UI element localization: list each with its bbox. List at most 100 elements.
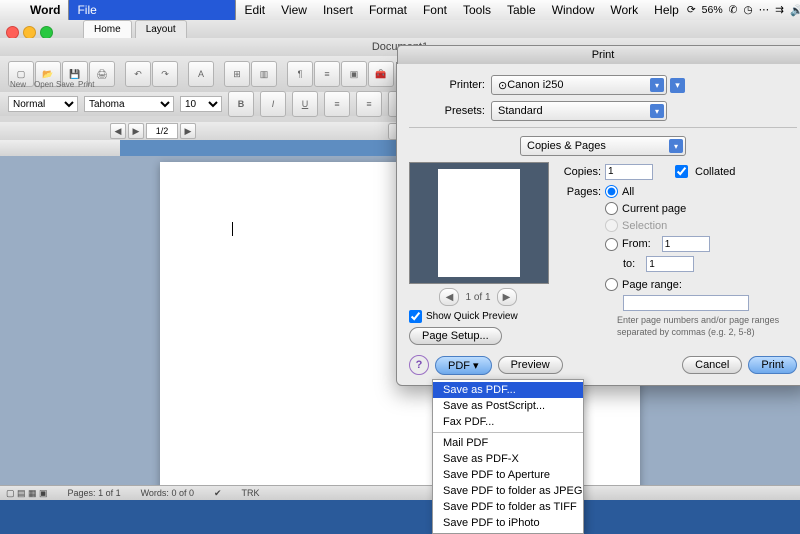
page-range-radio[interactable] [605, 278, 618, 291]
preview-panel: ◀ 1 of 1 ▶ Show Quick Preview Page Setup… [409, 162, 547, 345]
apple-menu[interactable] [6, 8, 22, 12]
page-range-field[interactable] [623, 295, 749, 311]
menu-fax-pdf[interactable]: Fax PDF... [433, 414, 583, 430]
page-prev[interactable]: ◀ [110, 123, 126, 139]
to-field[interactable] [646, 256, 694, 272]
app-name[interactable]: Word [22, 1, 68, 19]
page-range-hint: Enter page numbers and/or page ranges se… [617, 315, 797, 338]
page-go[interactable]: ▶ [180, 123, 196, 139]
battery-pct: 56% [702, 4, 723, 16]
words-label: Words: [141, 488, 169, 498]
align-left-button[interactable]: ≡ [324, 91, 350, 117]
to-label: to: [623, 258, 635, 270]
presets-select[interactable]: Standard▾ [491, 101, 667, 121]
sync-icon: ⟳ [687, 4, 696, 16]
pages-selection-label: Selection [622, 220, 667, 232]
menu-table[interactable]: Table [499, 1, 544, 19]
menu-save-pdf-jpeg[interactable]: Save PDF to folder as JPEG [433, 483, 583, 499]
page-range-label: Page range: [622, 279, 682, 291]
menu-window[interactable]: Window [544, 1, 603, 19]
columns-button[interactable]: ▥ [251, 61, 277, 87]
menu-format[interactable]: Format [361, 1, 415, 19]
menu-save-pdf-aperture[interactable]: Save PDF to Aperture [433, 467, 583, 483]
menu-save-pdf-tiff[interactable]: Save PDF to folder as TIFF [433, 499, 583, 515]
menu-save-as-pdf[interactable]: Save as PDF... [433, 382, 583, 398]
volume-icon: 🔊 [790, 4, 800, 17]
tab-home[interactable]: Home [83, 20, 132, 38]
collated-label: Collated [695, 166, 735, 178]
collated-checkbox[interactable] [675, 165, 688, 178]
print-options: Copies:Collated Pages:All Current page S… [559, 162, 797, 345]
pdf-button[interactable]: PDF ▾ [435, 356, 492, 375]
undo-button[interactable]: ↶ [125, 61, 151, 87]
printer-info-button[interactable]: ▾ [670, 78, 685, 93]
pages-from-radio[interactable] [605, 238, 618, 251]
words-value: 0 of 0 [171, 488, 194, 498]
menu-mail-pdf[interactable]: Mail PDF [433, 435, 583, 451]
gallery-button[interactable]: ▣ [341, 61, 367, 87]
text-cursor [232, 222, 233, 236]
toolbox-button[interactable]: 🧰 [368, 61, 394, 87]
preview-button[interactable]: Preview [498, 356, 563, 374]
menu-save-pdf-iphoto[interactable]: Save PDF to iPhoto [433, 515, 583, 531]
page-next[interactable]: ▶ [128, 123, 144, 139]
menu-file[interactable]: File [68, 0, 236, 22]
italic-button[interactable]: I [260, 91, 286, 117]
pages-all-label: All [622, 186, 634, 198]
pages-value: 1 of 1 [98, 488, 121, 498]
spellcheck-icon[interactable]: ✔ [214, 488, 222, 499]
menu-view[interactable]: View [273, 1, 315, 19]
pages-label2: Pages: [559, 186, 601, 198]
clock-icon: ◷ [743, 4, 752, 16]
font-select[interactable]: Tahoma [84, 96, 174, 112]
pages-current-radio[interactable] [605, 202, 618, 215]
presets-value: Standard [498, 105, 543, 117]
align-center-button[interactable]: ≡ [356, 91, 382, 117]
show-button[interactable]: ¶ [287, 61, 313, 87]
trk-label[interactable]: TRK [242, 488, 260, 498]
view-buttons[interactable]: ▢ ▤ ▦ ▣ [6, 488, 48, 499]
macos-menubar: Word File Edit View Insert Format Font T… [0, 0, 800, 21]
printer-select[interactable]: ⊙ Canon i250▾ [491, 75, 667, 95]
tables-button[interactable]: ⊞ [224, 61, 250, 87]
printer-value: Canon i250 [507, 79, 563, 91]
menu-font[interactable]: Font [415, 1, 455, 19]
help-icon[interactable]: ? [409, 355, 429, 375]
navigation-button[interactable]: ≡ [314, 61, 340, 87]
pages-all-radio[interactable] [605, 185, 618, 198]
preview-thumbnail [409, 162, 549, 284]
menu-save-as-pdfx[interactable]: Save as PDF-X [433, 451, 583, 467]
menu-help[interactable]: Help [646, 1, 687, 19]
wifi-icon: ⇉ [775, 4, 784, 16]
menu-insert[interactable]: Insert [315, 1, 361, 19]
redo-button[interactable]: ↷ [152, 61, 178, 87]
preview-page-label: 1 of 1 [465, 292, 490, 303]
ribbon-tabs: Home Layout [0, 20, 800, 39]
menu-save-as-postscript[interactable]: Save as PostScript... [433, 398, 583, 414]
from-field[interactable] [662, 236, 710, 252]
preview-next[interactable]: ▶ [497, 288, 517, 306]
presets-label: Presets: [409, 105, 485, 117]
menu-edit[interactable]: Edit [236, 1, 273, 19]
print-dialog-title: Print [397, 45, 800, 64]
status-bar: ▢ ▤ ▦ ▣ Pages: 1 of 1 Words: 0 of 0 ✔ TR… [0, 485, 800, 500]
style-select[interactable]: Normal [8, 96, 78, 112]
lbl-print: Print [78, 80, 94, 89]
size-select[interactable]: 10 [180, 96, 222, 112]
show-preview-checkbox[interactable] [409, 310, 422, 323]
preview-prev[interactable]: ◀ [439, 288, 459, 306]
cancel-button[interactable]: Cancel [682, 356, 742, 374]
print-button[interactable]: Print [748, 356, 797, 374]
copies-field[interactable] [605, 164, 653, 180]
format-button[interactable]: A [188, 61, 214, 87]
underline-button[interactable]: U [292, 91, 318, 117]
section-select[interactable]: Copies & Pages▾ [520, 136, 686, 156]
bold-button[interactable]: B [228, 91, 254, 117]
lbl-open: Open [34, 80, 54, 89]
menu-tools[interactable]: Tools [455, 1, 499, 19]
menu-work[interactable]: Work [602, 1, 646, 19]
page-field[interactable] [146, 123, 178, 139]
tab-layout[interactable]: Layout [135, 20, 187, 38]
dots-icon: ⋯ [759, 4, 770, 16]
page-setup-button[interactable]: Page Setup... [409, 327, 502, 345]
